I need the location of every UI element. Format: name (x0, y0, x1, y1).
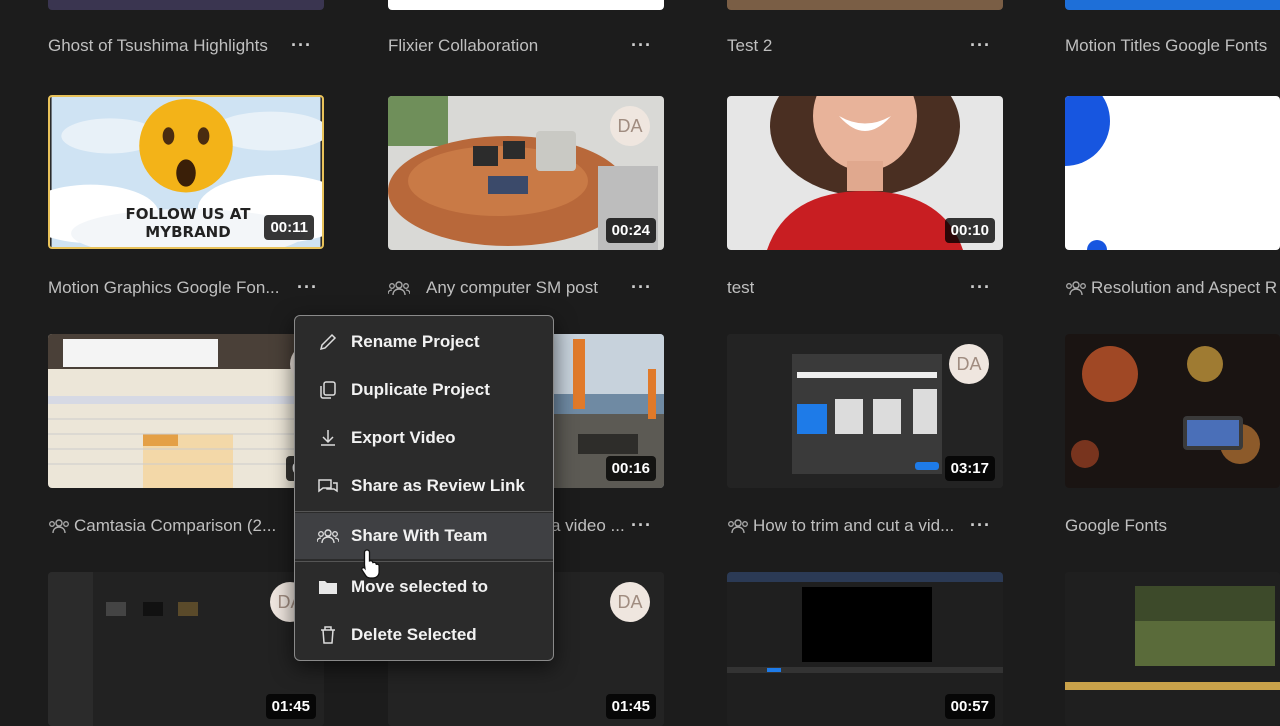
project-title: How to trim and cut a vid... (753, 516, 955, 535)
menu-item-label: Rename Project (351, 332, 480, 351)
project-title: Camtasia Comparison (2... (74, 516, 277, 535)
menu-item-label: Share With Team (351, 526, 488, 545)
project-thumbnail[interactable] (1065, 0, 1280, 10)
more-options-icon[interactable]: ··· (631, 277, 652, 297)
menu-item-label: Delete Selected (351, 625, 477, 644)
project-thumbnail[interactable] (388, 0, 664, 10)
project-title: Resolution and Aspect R (1091, 278, 1278, 297)
motion-graphic-image (1065, 96, 1280, 250)
duration-badge: 01:45 (265, 694, 316, 719)
spreadsheet-image (48, 334, 324, 488)
menu-divider (295, 561, 553, 562)
project-title: Any computer SM post (426, 278, 598, 297)
more-options-icon[interactable]: ··· (970, 277, 991, 297)
project-title: Motion Titles Google Fonts (1065, 36, 1268, 55)
menu-item-move-selected[interactable]: Move selected to (295, 565, 553, 609)
menu-divider (295, 511, 553, 512)
project-thumbnail[interactable]: DA 00:1 (48, 334, 324, 488)
project-title: Ghost of Tsushima Highlights (48, 36, 268, 55)
duration-badge: 03:17 (944, 456, 995, 481)
duration-badge: 00:11 (264, 215, 314, 240)
more-options-icon[interactable]: ··· (970, 35, 991, 55)
project-title: Motion Graphics Google Fon... (48, 278, 280, 297)
duration-badge: 00:24 (605, 218, 656, 243)
context-menu: Rename Project Duplicate Project Export … (294, 315, 554, 661)
project-thumbnail[interactable]: FOLLOW US AT MYBRAND 00:11 (48, 95, 324, 249)
menu-item-export-video[interactable]: Export Video (295, 416, 553, 460)
duration-badge: 01:45 (605, 694, 656, 719)
menu-item-duplicate-project[interactable]: Duplicate Project (295, 368, 553, 412)
menu-item-delete-selected[interactable]: Delete Selected (295, 613, 553, 657)
download-icon (317, 427, 339, 449)
menu-item-label: Share as Review Link (351, 476, 525, 495)
chat-icon (317, 475, 339, 497)
project-thumbnail[interactable] (727, 0, 1003, 10)
user-avatar: DA (610, 582, 650, 622)
team-icon (728, 519, 748, 534)
project-thumbnail[interactable]: DA 01:45 (48, 572, 324, 726)
more-options-icon[interactable]: ··· (297, 277, 318, 297)
project-thumbnail[interactable]: DA 00:24 (388, 96, 664, 250)
more-options-icon[interactable]: ··· (631, 515, 652, 535)
project-thumbnail[interactable] (1065, 96, 1280, 250)
trash-icon (317, 624, 339, 646)
menu-item-label: Move selected to (351, 577, 488, 596)
duration-badge: 00:16 (605, 456, 656, 481)
user-avatar: DA (949, 344, 989, 384)
duration-badge: 00:10 (944, 218, 995, 243)
project-thumbnail[interactable] (48, 0, 324, 10)
team-icon (1066, 281, 1086, 296)
team-icon (317, 525, 339, 547)
project-thumbnail[interactable]: 00:10 (727, 96, 1003, 250)
project-title: Flixier Collaboration (388, 36, 539, 55)
more-options-icon[interactable]: ··· (631, 35, 652, 55)
duplicate-icon (317, 379, 339, 401)
project-thumbnail[interactable]: DA 03:17 (727, 334, 1003, 488)
project-thumbnail[interactable] (1065, 334, 1280, 488)
user-avatar: DA (610, 106, 650, 146)
team-icon (49, 519, 69, 534)
project-title: Test 2 (727, 36, 773, 55)
project-title: a video ... (551, 516, 625, 535)
project-thumbnail[interactable]: 00:57 (727, 572, 1003, 726)
bokeh-camera-image (1065, 334, 1280, 488)
folder-icon (317, 576, 339, 598)
project-title: Google Fonts (1065, 516, 1168, 535)
menu-item-share-review-link[interactable]: Share as Review Link (295, 464, 553, 508)
hand-cursor-icon (361, 549, 380, 579)
duration-badge: 00:57 (944, 694, 995, 719)
project-thumbnail[interactable] (1065, 572, 1280, 726)
editor-screenshot-image (1065, 572, 1280, 726)
project-title: test (727, 278, 755, 297)
menu-item-label: Duplicate Project (351, 380, 490, 399)
menu-item-rename-project[interactable]: Rename Project (295, 320, 553, 364)
menu-item-share-with-team[interactable]: Share With Team (295, 513, 553, 559)
more-options-icon[interactable]: ··· (291, 35, 312, 55)
pencil-icon (317, 331, 339, 353)
menu-item-label: Export Video (351, 428, 456, 447)
more-options-icon[interactable]: ··· (970, 515, 991, 535)
team-icon (388, 281, 410, 296)
